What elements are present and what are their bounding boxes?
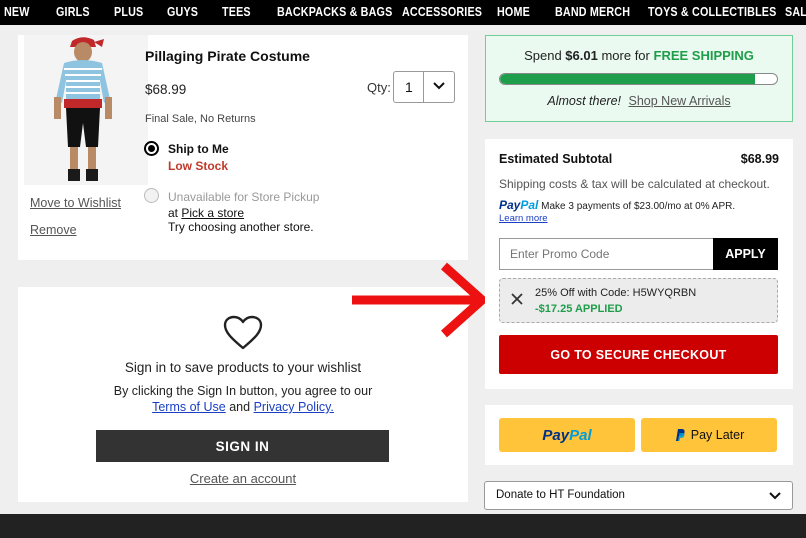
shipping-tax-note: Shipping costs & tax will be calculated …: [499, 177, 770, 191]
nav-item-home[interactable]: HOME: [497, 5, 530, 19]
signin-terms-text: By clicking the Sign In button, you agre…: [113, 384, 373, 398]
store-pickup-radio: [144, 188, 159, 203]
learn-more-link[interactable]: Learn more: [499, 213, 548, 224]
pickup-at-text: at: [168, 206, 179, 220]
qty-label: Qty:: [367, 80, 391, 95]
qty-value: 1: [405, 79, 413, 95]
almost-there-line: Almost there! Shop New Arrivals: [486, 94, 792, 108]
paypal-button-pal: Pal: [569, 426, 592, 444]
final-sale-note: Final Sale, No Returns: [145, 113, 256, 125]
signin-terms-links: Terms of Use and Privacy Policy.: [18, 400, 468, 414]
almost-there-text: Almost there!: [547, 94, 622, 108]
nav-item-sale[interactable]: SALE: [785, 5, 806, 19]
spend-amount: $6.01: [565, 48, 598, 63]
shop-new-arrivals-link[interactable]: Shop New Arrivals: [629, 94, 731, 108]
subtotal-value: $68.99: [740, 152, 779, 166]
nav-item-plus[interactable]: PLUS: [114, 5, 143, 19]
pickup-at-line: at Pick a store: [168, 206, 244, 220]
promo-code-text: 25% Off with Code: H5WYQRBN: [535, 287, 697, 299]
nav-item-toys-collectibles[interactable]: TOYS & COLLECTIBLES: [648, 5, 777, 19]
nav-item-backpacks-bags[interactable]: BACKPACKS & BAGS: [277, 5, 392, 19]
free-shipping-message: Spend $6.01 more for FREE SHIPPING: [486, 48, 792, 63]
paypal-logo-icon: PayPal: [499, 198, 538, 212]
nav-item-girls[interactable]: GIRLS: [56, 5, 90, 19]
pay-later-label: Pay Later: [690, 428, 745, 442]
ship-to-me-radio[interactable]: [144, 141, 159, 156]
pay-later-button[interactable]: Pay Later: [641, 418, 777, 452]
paypal-installments-line: PayPal Make 3 payments of $23.00/mo at 0…: [499, 198, 735, 212]
remove-promo-icon[interactable]: [510, 292, 524, 306]
applied-promo-box: 25% Off with Code: H5WYQRBN -$17.25 APPL…: [499, 278, 778, 323]
subtotal-label: Estimated Subtotal: [499, 152, 613, 166]
express-payments-card: PayPal Pay Later: [485, 405, 793, 465]
spend-middle: more for: [601, 48, 650, 63]
qty-divider: [423, 72, 424, 102]
red-arrow-icon: [352, 262, 489, 338]
apply-promo-button[interactable]: APPLY: [713, 238, 778, 270]
privacy-policy-link[interactable]: Privacy Policy.: [254, 400, 334, 414]
free-shipping-card: Spend $6.01 more for FREE SHIPPING Almos…: [485, 35, 793, 122]
cart-item-card: Pillaging Pirate Costume $68.99 Qty: 1 F…: [18, 35, 468, 260]
paypal-button-pay: Pay: [542, 426, 570, 444]
terms-and-text: and: [229, 400, 251, 414]
order-summary-card: Estimated Subtotal $68.99 Shipping costs…: [485, 139, 793, 389]
product-image[interactable]: [24, 35, 148, 185]
paypal-logo-pay: Pay: [499, 198, 521, 212]
chevron-down-icon: [433, 82, 445, 90]
ship-to-me-label[interactable]: Ship to Me: [168, 142, 229, 156]
paypal-button[interactable]: PayPal: [499, 418, 635, 452]
sign-in-button[interactable]: SIGN IN: [96, 430, 389, 462]
paypal-logo: PayPal: [542, 427, 591, 444]
spend-prefix: Spend: [524, 48, 562, 63]
footer-bar: [0, 514, 806, 538]
nav-item-new[interactable]: NEW: [4, 5, 30, 19]
free-shipping-text: FREE SHIPPING: [653, 48, 754, 63]
nav-item-tees[interactable]: TEES: [222, 5, 251, 19]
store-pickup-label: Unavailable for Store Pickup: [168, 190, 320, 204]
remove-link[interactable]: Remove: [30, 223, 77, 237]
donate-select[interactable]: Donate to HT Foundation: [484, 481, 793, 510]
paypal-offer-text: Make 3 payments of $23.00/mo at 0% APR.: [541, 201, 736, 212]
promo-code-input[interactable]: [499, 238, 713, 270]
move-to-wishlist-link[interactable]: Move to Wishlist: [30, 196, 121, 210]
product-price: $68.99: [145, 82, 187, 97]
nav-item-accessories[interactable]: ACCESSORIES: [402, 5, 482, 19]
quantity-select[interactable]: 1: [393, 71, 455, 103]
signin-title: Sign in to save products to your wishlis…: [124, 360, 362, 375]
terms-of-use-link[interactable]: Terms of Use: [152, 400, 226, 414]
chevron-down-icon: [769, 492, 781, 500]
create-account-link[interactable]: Create an account: [18, 471, 468, 486]
promo-discount-text: -$17.25 APPLIED: [535, 303, 623, 315]
heart-icon: [223, 315, 263, 350]
shipping-progress-bar: [499, 73, 778, 85]
top-nav: NEW GIRLS PLUS GUYS TEES BACKPACKS & BAG…: [0, 0, 806, 25]
low-stock-badge: Low Stock: [168, 159, 229, 173]
product-name[interactable]: Pillaging Pirate Costume: [145, 48, 310, 64]
donate-selected-value: Donate to HT Foundation: [496, 489, 625, 501]
paypal-p-icon: [675, 429, 685, 441]
nav-item-band-merch[interactable]: BAND MERCH: [555, 5, 630, 19]
pick-a-store-link[interactable]: Pick a store: [181, 206, 244, 220]
paypal-logo-pal: Pal: [520, 198, 539, 212]
pickup-try-text: Try choosing another store.: [168, 220, 314, 234]
nav-item-guys[interactable]: GUYS: [167, 5, 198, 19]
secure-checkout-button[interactable]: GO TO SECURE CHECKOUT: [499, 335, 778, 374]
shipping-progress-fill: [500, 74, 755, 84]
